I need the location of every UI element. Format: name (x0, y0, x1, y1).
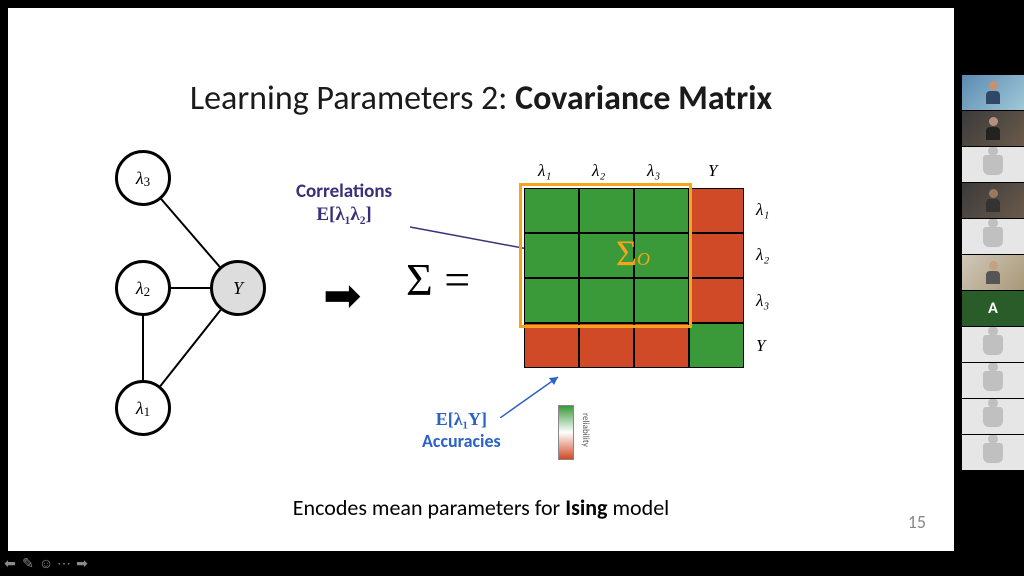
col-label-1: λ₁ (538, 161, 551, 181)
covariance-matrix: λ₁ λ₂ λ₃ Y λ₁ λ₂ λ₃ Y ΣO (524, 188, 784, 398)
reactions-button[interactable]: ☺ (38, 555, 54, 571)
participant-tile[interactable] (962, 327, 1024, 362)
col-label-4: Y (708, 161, 717, 181)
participant-tile[interactable] (962, 147, 1024, 182)
participant-tile[interactable] (962, 435, 1024, 470)
more-options-button[interactable]: ⋯ (56, 555, 72, 571)
avatar-icon (983, 335, 1003, 355)
avatar-icon (983, 155, 1003, 175)
participant-tile[interactable] (962, 363, 1024, 398)
title-bold: Covariance Matrix (515, 78, 772, 119)
color-legend (558, 405, 574, 460)
participants-panel: A (962, 75, 1024, 471)
correlations-expr: E[λ₁λ₂] (316, 204, 371, 225)
row-label-4: Y (756, 336, 765, 356)
participant-tile[interactable] (962, 255, 1024, 290)
row-label-1: λ₁ (756, 200, 769, 220)
avatar-icon (983, 227, 1003, 247)
matrix-grid (524, 188, 744, 368)
presentation-area: Learning Parameters 2: Covariance Matrix… (0, 0, 962, 576)
presenter-toolbar: ⬅ ✎ ☺ ⋯ ➡ (2, 552, 90, 574)
sigma-O-label: ΣO (616, 232, 650, 274)
row-label-3: λ₃ (756, 291, 769, 311)
pen-tool-button[interactable]: ✎ (20, 555, 36, 571)
correlations-label: Correlations (296, 180, 392, 203)
accuracies-annotation: E[λ₁Y] Accuracies (422, 408, 501, 452)
title-prefix: Learning Parameters 2: (190, 78, 515, 119)
legend-label: reliability (580, 413, 591, 447)
node-lambda3: λ3 (115, 150, 171, 206)
col-label-2: λ₂ (592, 161, 605, 181)
dependency-graph: λ3 λ2 λ1 Y (88, 138, 318, 438)
avatar-icon (983, 443, 1003, 463)
participant-tile-letter[interactable]: A (962, 291, 1024, 326)
accuracies-expr: E[λ₁Y] (436, 409, 487, 429)
participant-tile[interactable] (962, 75, 1024, 110)
node-Y: Y (210, 260, 266, 316)
app-window: Learning Parameters 2: Covariance Matrix… (0, 0, 1024, 576)
participant-tile[interactable] (962, 219, 1024, 254)
node-lambda1: λ1 (115, 380, 171, 436)
avatar-icon (983, 407, 1003, 427)
page-number: 15 (908, 511, 926, 533)
participant-tile[interactable] (962, 111, 1024, 146)
accuracies-label: Accuracies (422, 430, 501, 452)
avatar-icon (983, 371, 1003, 391)
slide: Learning Parameters 2: Covariance Matrix… (8, 8, 954, 551)
row-label-2: λ₂ (756, 245, 769, 265)
node-lambda2: λ2 (115, 260, 171, 316)
next-slide-button[interactable]: ➡ (74, 555, 90, 571)
participant-tile[interactable] (962, 399, 1024, 434)
correlations-annotation: Correlations E[λ₁λ₂] (296, 180, 392, 226)
accuracies-arrow (500, 373, 565, 418)
col-label-3: λ₃ (647, 161, 660, 181)
participant-tile[interactable] (962, 183, 1024, 218)
arrow-icon: ➡ (323, 268, 362, 324)
slide-caption: Encodes mean parameters for Ising model (8, 494, 954, 521)
prev-slide-button[interactable]: ⬅ (2, 555, 18, 571)
slide-title: Learning Parameters 2: Covariance Matrix (8, 78, 954, 119)
